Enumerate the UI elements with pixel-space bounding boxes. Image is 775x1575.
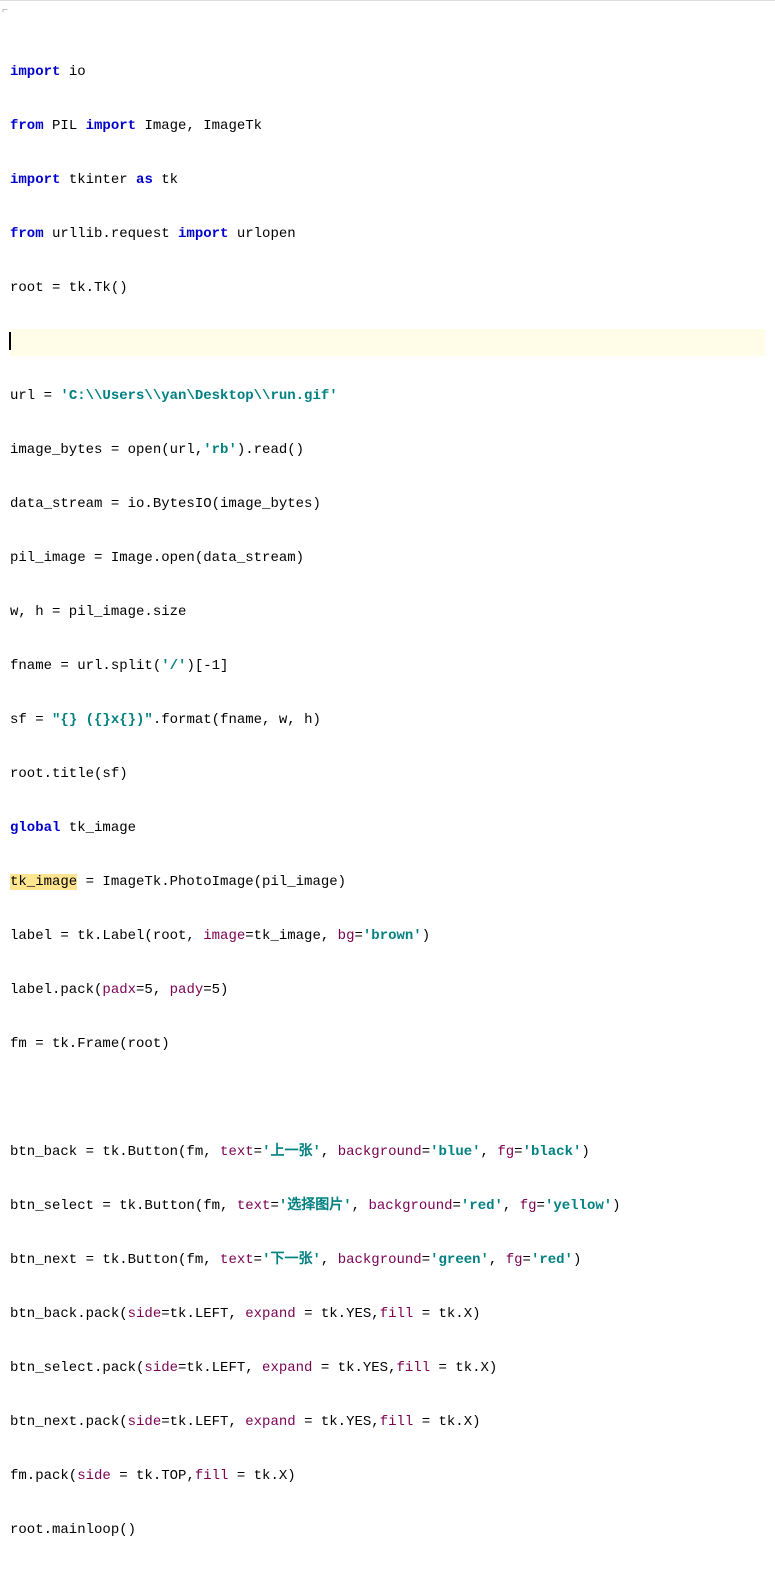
code-line: btn_select.pack(side=tk.LEFT, expand = t… [10,1355,765,1382]
code-line: btn_select = tk.Button(fm, text='选择图片', … [10,1193,765,1220]
code-line: image_bytes = open(url,'rb').read() [10,437,765,464]
fold-marker: ⌐ [2,7,8,17]
code-editor[interactable]: ⌐ import io from PIL import Image, Image… [0,0,775,1575]
code-line: label = tk.Label(root, image=tk_image, b… [10,923,765,950]
code-line: url = 'C:\\Users\\yan\Desktop\\run.gif' [10,383,765,410]
code-line: import tkinter as tk [10,167,765,194]
code-line: btn_back = tk.Button(fm, text='上一张', bac… [10,1139,765,1166]
code-line: fm = tk.Frame(root) [10,1031,765,1058]
code-line: pil_image = Image.open(data_stream) [10,545,765,572]
code-line: sf = "{} ({}x{})".format(fname, w, h) [10,707,765,734]
code-line: fname = url.split('/')[-1] [10,653,765,680]
code-line: root = tk.Tk() [10,275,765,302]
code-line-current [10,329,765,356]
highlighted-variable: tk_image [10,874,77,890]
code-line: global tk_image [10,815,765,842]
code-line: root.title(sf) [10,761,765,788]
code-line: root.mainloop() [10,1517,765,1544]
code-line: fm.pack(side = tk.TOP,fill = tk.X) [10,1463,765,1490]
code-line: label.pack(padx=5, pady=5) [10,977,765,1004]
code-line: from PIL import Image, ImageTk [10,113,765,140]
code-line: btn_next = tk.Button(fm, text='下一张', bac… [10,1247,765,1274]
code-line: btn_next.pack(side=tk.LEFT, expand = tk.… [10,1409,765,1436]
code-line: import io [10,59,765,86]
code-line: data_stream = io.BytesIO(image_bytes) [10,491,765,518]
code-line [10,1085,765,1112]
code-line: w, h = pil_image.size [10,599,765,626]
code-line: btn_back.pack(side=tk.LEFT, expand = tk.… [10,1301,765,1328]
text-cursor [9,332,11,350]
code-line: from urllib.request import urlopen [10,221,765,248]
code-line: tk_image = ImageTk.PhotoImage(pil_image) [10,869,765,896]
